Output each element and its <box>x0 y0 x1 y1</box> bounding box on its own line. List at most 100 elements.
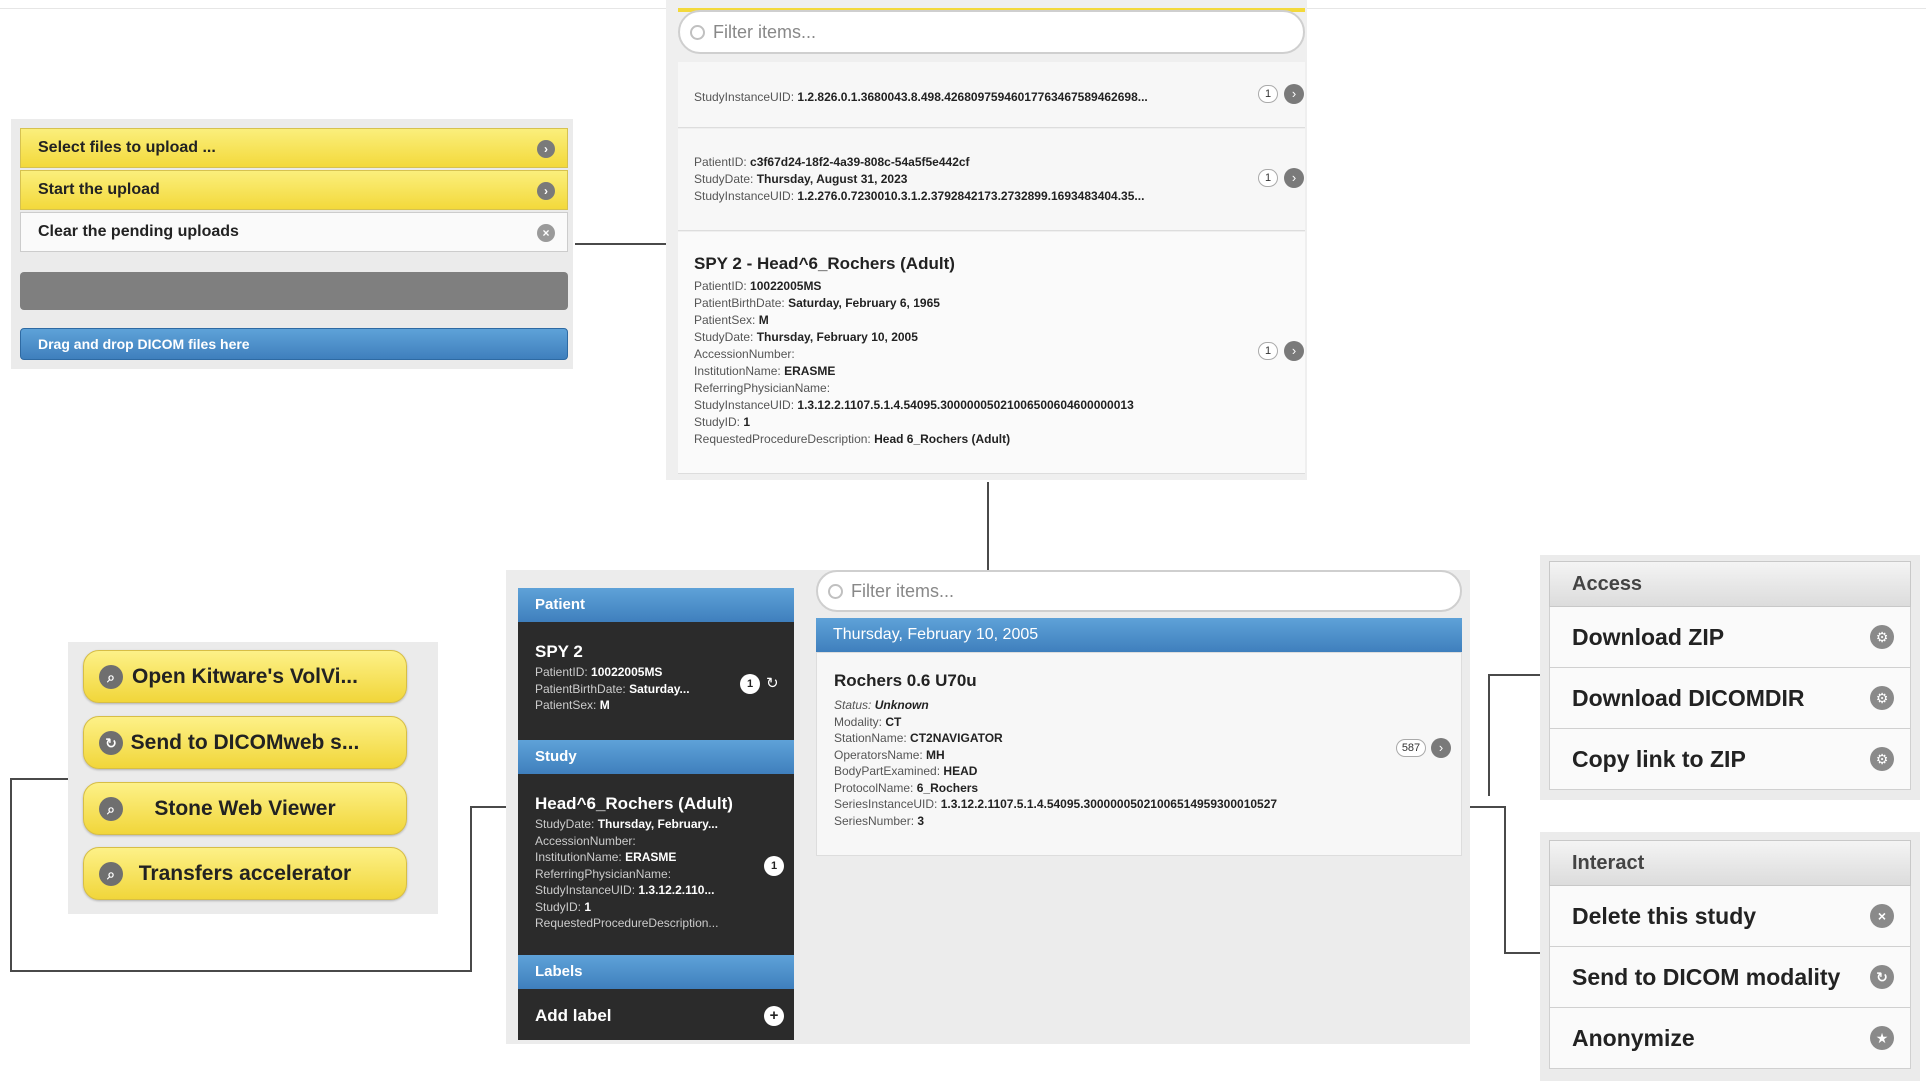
count-badge: 1 <box>1258 169 1278 187</box>
connector-line <box>575 243 667 245</box>
series-title: Rochers 0.6 U70u <box>834 671 977 690</box>
interact-header: Interact <box>1549 840 1911 886</box>
series-filter-placeholder: Filter items... <box>851 580 955 601</box>
drop-zone[interactable]: Drag and drop DICOM files here <box>20 328 568 360</box>
open-volview-button[interactable]: ⌕ Open Kitware's VolVi... <box>83 650 407 703</box>
field-row: PatientBirthDate: Saturday, February 6, … <box>694 295 1305 312</box>
connector-line <box>1504 806 1506 954</box>
patient-id-label: PatientID: <box>694 155 747 169</box>
series-fields: Modality: CT StationName: CT2NAVIGATOR Ope… <box>834 714 1461 830</box>
menu-label: Download DICOMDIR <box>1572 685 1805 711</box>
field-label: AccessionNumber: <box>694 347 795 361</box>
count-badge: 1 <box>1258 85 1278 103</box>
chevron-right-icon[interactable]: › <box>1431 738 1451 758</box>
download-zip-button[interactable]: Download ZIP ⚙ <box>1549 607 1911 668</box>
field-label: StudyID: <box>694 415 741 429</box>
status-label: Status: <box>834 698 872 712</box>
select-files-button[interactable]: Select files to upload ... › <box>20 128 568 168</box>
labels-header: Labels <box>518 955 794 989</box>
delete-study-button[interactable]: Delete this study × <box>1549 886 1911 947</box>
patient-name: SPY 2 <box>535 642 583 661</box>
clear-uploads-button[interactable]: Clear the pending uploads × <box>20 212 568 252</box>
field-row: SeriesNumber: 3 <box>834 813 1461 830</box>
download-dicomdir-button[interactable]: Download DICOMDIR ⚙ <box>1549 668 1911 729</box>
field-row: RequestedProcedureDescription... <box>535 915 785 932</box>
field-label: StationName: <box>834 731 907 745</box>
uid-label: StudyInstanceUID: <box>694 90 795 104</box>
field-value: ERASME <box>625 850 677 864</box>
plus-icon[interactable]: + <box>764 1006 784 1026</box>
study-list-item[interactable]: SPY 2 - Head^6_Rochers (Adult) PatientID… <box>678 232 1305 474</box>
field-value: Thursday, February 10, 2005 <box>756 330 918 344</box>
chevron-right-icon[interactable]: › <box>1284 168 1304 188</box>
field-label: PatientSex: <box>535 698 597 712</box>
field-row: PatientSex: M <box>535 697 785 714</box>
study-filter-placeholder: Filter items... <box>713 21 817 42</box>
connector-line <box>10 778 68 780</box>
field-label: PatientBirthDate: <box>535 681 626 696</box>
field-value: HEAD <box>943 764 978 778</box>
add-label-button[interactable]: Add label <box>535 1006 612 1026</box>
search-icon: ⌕ <box>99 665 123 689</box>
patient-id-value: c3f67d24-18f2-4a39-808c-54a5f5e442cf <box>750 155 970 169</box>
menu-label: Delete this study <box>1572 903 1757 929</box>
field-label: SeriesInstanceUID: <box>834 797 938 811</box>
stone-viewer-button[interactable]: ⌕ Stone Web Viewer <box>83 782 407 835</box>
series-list-item[interactable]: Rochers 0.6 U70u Status: Unknown Modalit… <box>816 652 1462 856</box>
uid-value: 1.2.276.0.7230010.3.1.2.3792842173.27328… <box>797 189 1145 203</box>
transfers-accelerator-button[interactable]: ⌕ Transfers accelerator <box>83 847 407 900</box>
star-icon: ★ <box>1870 1026 1894 1050</box>
field-value: M <box>758 313 769 327</box>
field-row: RequestedProcedureDescription: Head 6_Ro… <box>694 431 1305 448</box>
field-value: ERASME <box>784 364 836 378</box>
connector-line <box>10 778 12 972</box>
upload-panel: Select files to upload ... › Start the u… <box>11 119 573 369</box>
field-label: RequestedProcedureDescription... <box>535 916 719 930</box>
field-row: AccessionNumber: <box>535 833 785 850</box>
field-value: 3 <box>917 813 925 828</box>
field-row: OperatorsName: MH <box>834 747 1461 764</box>
chevron-right-icon[interactable]: › <box>1284 341 1304 361</box>
field-label: ReferringPhysicianName: <box>535 866 672 881</box>
study-filter-input[interactable]: Filter items... <box>678 10 1305 54</box>
gear-icon: ⚙ <box>1870 686 1894 710</box>
search-icon: ⌕ <box>99 797 123 821</box>
start-upload-button[interactable]: Start the upload › <box>20 170 568 210</box>
field-value: 1.3.12.2.110... <box>638 883 715 897</box>
connector-line <box>1488 674 1490 796</box>
series-date-header: Thursday, February 10, 2005 <box>816 618 1462 652</box>
study-list-item[interactable]: PatientID: c3f67d24-18f2-4a39-808c-54a5f… <box>678 129 1305 231</box>
study-fields: StudyDate: Thursday, February... Accessio… <box>535 816 785 932</box>
refresh-icon[interactable]: ↻ <box>766 674 779 692</box>
study-block[interactable]: Head^6_Rochers (Adult) StudyDate: Thursd… <box>535 792 785 932</box>
search-icon <box>828 583 843 599</box>
field-value: Saturday... <box>629 681 690 696</box>
field-label: AccessionNumber: <box>535 833 636 848</box>
chevron-right-icon[interactable]: › <box>1284 84 1304 104</box>
study-list-item[interactable]: StudyInstanceUID: 1.2.826.0.1.3680043.8.… <box>678 62 1305 128</box>
field-value: 1.3.12.2.1107.5.1.4.54095.30000005021006… <box>797 398 1134 412</box>
field-label: PatientSex: <box>694 313 756 327</box>
gear-icon: ⚙ <box>1870 747 1894 771</box>
send-dicom-modality-button[interactable]: Send to DICOM modality ↻ <box>1549 947 1911 1008</box>
copy-link-zip-button[interactable]: Copy link to ZIP ⚙ <box>1549 729 1911 790</box>
field-label: ReferringPhysicianName: <box>694 381 831 395</box>
field-value: CT2NAVIGATOR <box>910 731 1003 745</box>
study-list-panel: Filter items... StudyInstanceUID: 1.2.82… <box>666 0 1307 480</box>
upload-progress-bar <box>20 272 568 310</box>
field-value: 10022005MS <box>750 279 822 293</box>
field-label: StudyInstanceUID: <box>535 883 636 897</box>
anonymize-button[interactable]: Anonymize ★ <box>1549 1008 1911 1069</box>
connector-line <box>987 482 989 570</box>
access-panel: Access Download ZIP ⚙ Download DICOMDIR … <box>1540 555 1920 800</box>
field-label: PatientBirthDate: <box>694 296 785 310</box>
field-row: AccessionNumber: <box>694 346 1305 363</box>
send-dicomweb-button[interactable]: ↻ Send to DICOMweb s... <box>83 716 407 769</box>
series-filter-input[interactable]: Filter items... <box>816 570 1462 612</box>
connector-line <box>1470 806 1506 808</box>
study-header: Study <box>518 740 794 774</box>
field-label: StudyID: <box>535 899 582 914</box>
field-value: 1 <box>584 899 592 914</box>
field-label: InstitutionName: <box>535 850 622 864</box>
study-name: Head^6_Rochers (Adult) <box>535 794 733 813</box>
